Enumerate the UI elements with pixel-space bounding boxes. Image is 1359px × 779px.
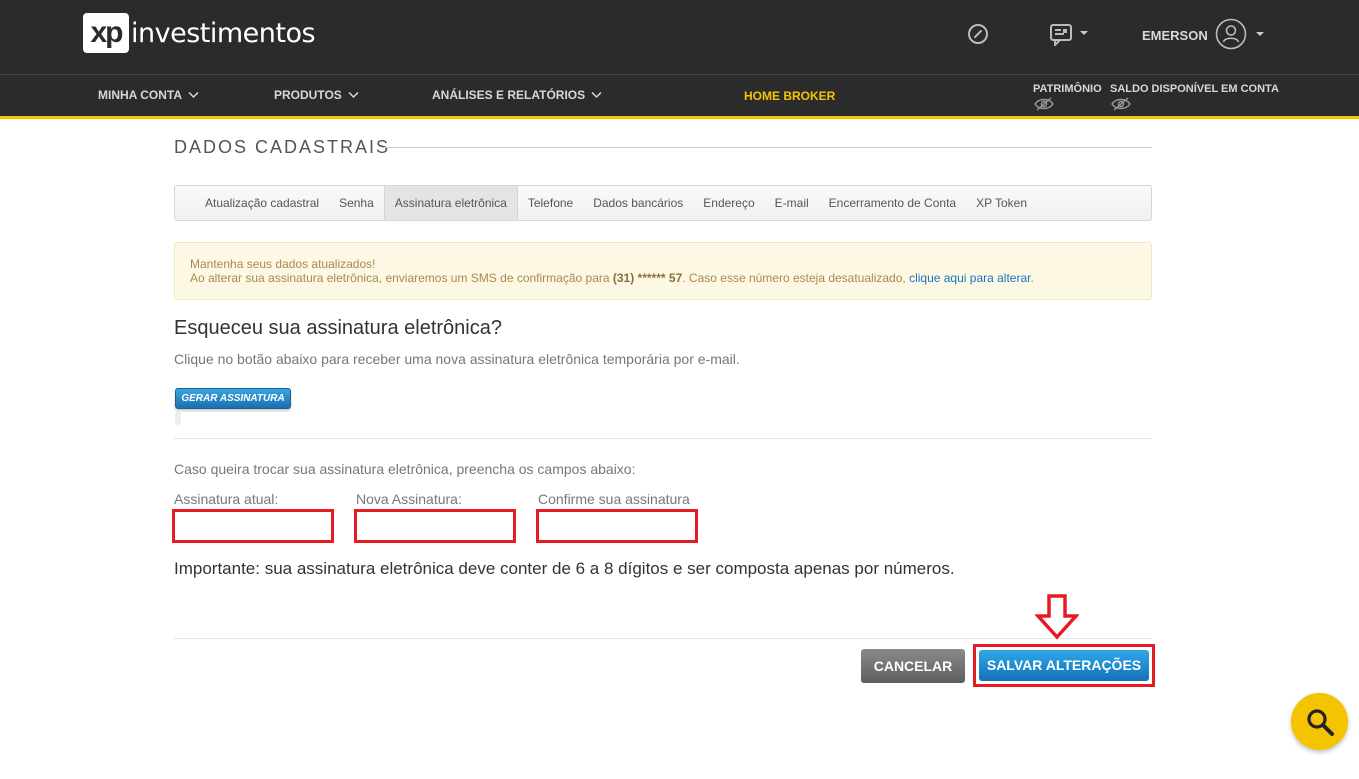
- saldo-label: SALDO DISPONÍVEL EM CONTA: [1110, 83, 1279, 95]
- new-signature-input[interactable]: [354, 509, 516, 543]
- eye-hidden-icon[interactable]: [1111, 97, 1131, 111]
- nav-label: PRODUTOS: [274, 88, 342, 102]
- forgot-description: Clique no botão abaixo para receber uma …: [174, 351, 740, 367]
- forgot-heading: Esqueceu sua assinatura eletrônica?: [174, 317, 502, 339]
- tab-assinatura-eletronica[interactable]: Assinatura eletrônica: [383, 186, 518, 220]
- logo-mark: xp: [83, 13, 129, 53]
- eye-hidden-icon[interactable]: [1034, 97, 1054, 111]
- chevron-down-icon[interactable]: [1256, 32, 1264, 36]
- masked-phone: (31) ****** 57: [612, 271, 683, 285]
- chevron-down-icon: [591, 91, 602, 99]
- main-nav: MINHA CONTA PRODUTOS ANÁLISES E RELATÓRI…: [0, 74, 1359, 119]
- change-phone-link[interactable]: clique aqui para alterar: [909, 271, 1030, 285]
- xp-logo[interactable]: xp investimentos: [83, 13, 316, 53]
- alert-title: Mantenha seus dados atualizados!: [190, 257, 376, 271]
- current-signature-input[interactable]: [172, 509, 334, 543]
- alert-message: Ao alterar sua assinatura eletrônica, en…: [190, 271, 1136, 285]
- cancel-button[interactable]: CANCELAR: [861, 649, 965, 683]
- generate-signature-button[interactable]: GERAR ASSINATURA: [175, 388, 291, 409]
- tab-atualizacao-cadastral[interactable]: Atualização cadastral: [195, 186, 329, 220]
- logo-wordmark: investimentos: [131, 17, 316, 49]
- tab-dados-bancarios[interactable]: Dados bancários: [583, 186, 693, 220]
- button-shadow: [175, 411, 181, 425]
- important-note: Importante: sua assinatura eletrônica de…: [174, 559, 955, 578]
- nav-analises[interactable]: ANÁLISES E RELATÓRIOS: [432, 88, 602, 102]
- current-signature-label: Assinatura atual:: [174, 491, 279, 507]
- tab-bar: Atualização cadastral Senha Assinatura e…: [174, 185, 1152, 221]
- alert-text: Ao alterar sua assinatura eletrônica, en…: [190, 271, 613, 285]
- nav-produtos[interactable]: PRODUTOS: [274, 88, 359, 102]
- chevron-down-icon[interactable]: [1080, 31, 1088, 35]
- nav-minha-conta[interactable]: MINHA CONTA: [98, 88, 199, 102]
- tab-encerramento-conta[interactable]: Encerramento de Conta: [819, 186, 966, 220]
- user-icon[interactable]: [1215, 18, 1247, 50]
- info-alert: Mantenha seus dados atualizados! Ao alte…: [174, 242, 1152, 300]
- page-title: DADOS CADASTRAIS: [174, 137, 391, 157]
- confirm-signature-label: Confirme sua assinatura: [538, 491, 690, 507]
- change-description: Caso queira trocar sua assinatura eletrô…: [174, 461, 636, 477]
- tab-senha[interactable]: Senha: [329, 186, 384, 220]
- chevron-down-icon: [348, 91, 359, 99]
- nav-home-broker[interactable]: HOME BROKER: [744, 89, 835, 103]
- tab-telefone[interactable]: Telefone: [518, 186, 583, 220]
- confirm-signature-input[interactable]: [536, 509, 698, 543]
- divider: [174, 438, 1152, 439]
- patrimonio-label: PATRIMÔNIO: [1033, 83, 1102, 95]
- divider: [382, 147, 1152, 148]
- alert-text: .: [1030, 271, 1034, 285]
- top-header: xp investimentos EMERSON: [0, 0, 1359, 74]
- nav-label: MINHA CONTA: [98, 88, 182, 102]
- alert-text: . Caso esse número esteja desatualizado,: [682, 271, 910, 285]
- tab-endereco[interactable]: Endereço: [693, 186, 764, 220]
- tab-email[interactable]: E-mail: [765, 186, 819, 220]
- chevron-down-icon: [188, 91, 199, 99]
- search-icon: [1306, 708, 1334, 736]
- user-name[interactable]: EMERSON: [1142, 28, 1208, 43]
- compass-icon[interactable]: [966, 22, 990, 46]
- arrow-down-icon: [1035, 594, 1079, 640]
- chat-icon[interactable]: [1049, 22, 1073, 46]
- new-signature-label: Nova Assinatura:: [356, 491, 462, 507]
- nav-label: ANÁLISES E RELATÓRIOS: [432, 88, 586, 102]
- divider: [174, 638, 1152, 639]
- search-button[interactable]: [1291, 693, 1348, 750]
- tab-xp-token[interactable]: XP Token: [966, 186, 1037, 220]
- save-changes-button[interactable]: SALVAR ALTERAÇÕES: [979, 650, 1149, 681]
